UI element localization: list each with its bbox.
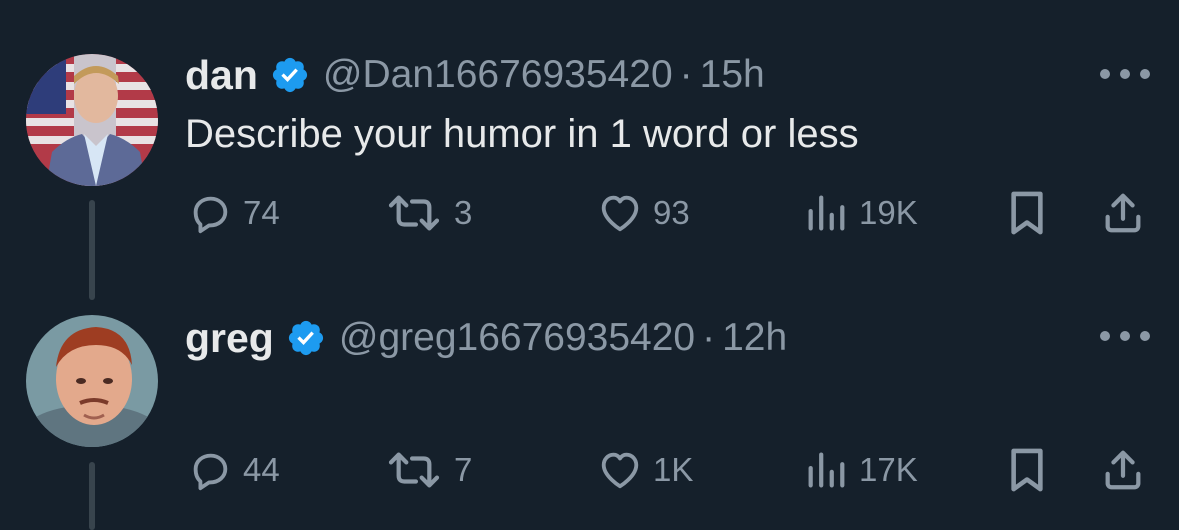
reply-count: 44 — [243, 451, 280, 488]
repost-icon — [384, 190, 444, 236]
share-button[interactable] — [1100, 445, 1146, 495]
avatar[interactable] — [26, 54, 158, 186]
repost-button[interactable]: 3 — [384, 188, 472, 238]
display-name[interactable]: greg — [185, 315, 274, 362]
verified-badge-icon — [286, 318, 326, 358]
analytics-icon — [803, 447, 849, 493]
bookmark-icon — [1006, 190, 1048, 236]
bookmark-icon — [1006, 447, 1048, 493]
tweet-text: Describe your humor in 1 word or less — [185, 112, 859, 156]
heart-icon — [597, 190, 643, 236]
views-count: 17K — [859, 451, 918, 488]
views-button[interactable]: 19K — [803, 188, 918, 238]
repost-count: 3 — [454, 194, 473, 231]
avatar[interactable] — [26, 315, 158, 447]
reply-icon — [187, 190, 233, 236]
views-count: 19K — [859, 194, 918, 231]
repost-icon — [384, 447, 444, 493]
repost-count: 7 — [454, 451, 473, 488]
timestamp[interactable]: 15h — [700, 53, 765, 97]
like-button[interactable]: 1K — [597, 445, 693, 495]
repost-button[interactable]: 7 — [384, 445, 472, 495]
reply-icon — [187, 447, 233, 493]
heart-icon — [597, 447, 643, 493]
tweet-header: greg @greg16676935420 · 12h — [185, 313, 787, 363]
reply-button[interactable]: 74 — [187, 188, 280, 238]
more-options-icon[interactable] — [1100, 326, 1150, 346]
bookmark-button[interactable] — [1006, 445, 1048, 495]
share-icon — [1100, 190, 1146, 236]
separator-dot: · — [702, 316, 716, 359]
reply-button[interactable]: 44 — [187, 445, 280, 495]
bookmark-button[interactable] — [1006, 188, 1048, 238]
user-handle[interactable]: @greg16676935420 — [339, 316, 695, 360]
verified-badge-icon — [270, 55, 310, 95]
timestamp[interactable]: 12h — [722, 316, 787, 360]
views-button[interactable]: 17K — [803, 445, 918, 495]
separator-dot: · — [679, 53, 693, 96]
reply-count: 74 — [243, 194, 280, 231]
thread-connector-line — [89, 200, 95, 300]
share-icon — [1100, 447, 1146, 493]
display-name[interactable]: dan — [185, 52, 258, 99]
like-count: 93 — [653, 194, 690, 231]
like-count: 1K — [653, 451, 694, 488]
thread-view: dan @Dan16676935420 · 15h Describe your … — [0, 0, 1179, 530]
like-button[interactable]: 93 — [597, 188, 690, 238]
tweet-header: dan @Dan16676935420 · 15h — [185, 50, 765, 100]
share-button[interactable] — [1100, 188, 1146, 238]
more-options-icon[interactable] — [1100, 64, 1150, 84]
thread-connector-line — [89, 462, 95, 530]
user-handle[interactable]: @Dan16676935420 — [323, 53, 673, 97]
analytics-icon — [803, 190, 849, 236]
